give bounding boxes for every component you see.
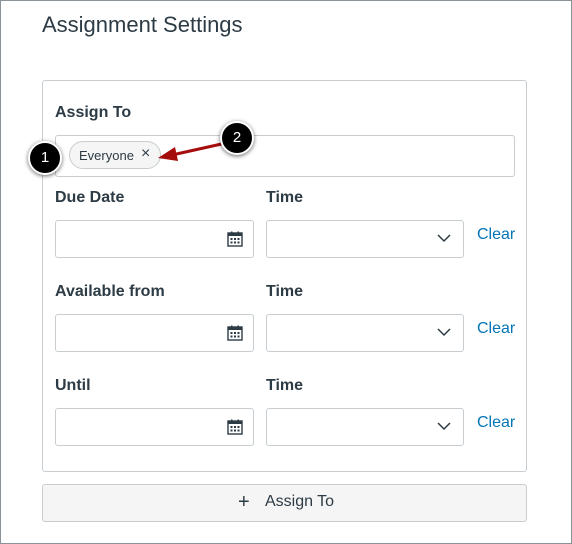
callout-2: 2 <box>220 121 254 155</box>
callout-1: 1 <box>28 141 62 175</box>
annotation-arrow <box>158 141 227 161</box>
